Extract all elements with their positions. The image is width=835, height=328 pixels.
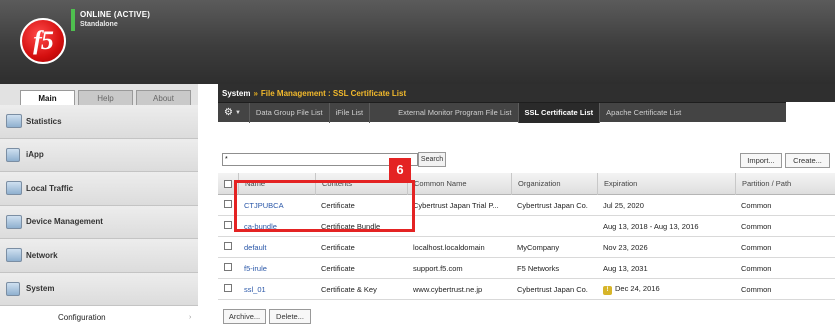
row-checkbox[interactable] [224, 221, 232, 229]
cert-expiration: Jul 25, 2020 [603, 200, 644, 210]
row-checkbox[interactable] [224, 284, 232, 292]
cert-name-link[interactable]: ssl_01 [238, 285, 315, 294]
warning-icon: ! [603, 285, 612, 295]
nav-item-network[interactable]: Network [0, 239, 198, 273]
cert-common-name: localhost.localdomain [413, 242, 485, 252]
tab-about[interactable]: About [136, 90, 191, 105]
status-indicator [71, 9, 75, 31]
row-checkbox-cell [218, 263, 238, 273]
local-traffic-icon [6, 181, 22, 195]
cert-expiration: Aug 13, 2031 [603, 263, 648, 273]
iapp-icon [6, 147, 20, 162]
step-badge: 6 [389, 158, 411, 180]
search-button[interactable]: Search [418, 152, 446, 167]
breadcrumb-current: File Management : SSL Certificate List [260, 88, 407, 98]
cert-organization: Cybertrust Japan Co. [517, 284, 588, 294]
table-row: default Certificate localhost.localdomai… [218, 237, 835, 258]
row-checkbox-cell [218, 242, 238, 252]
cert-partition: Common [741, 200, 772, 210]
cert-contents: Certificate [321, 242, 355, 252]
nav-item-local-traffic[interactable]: Local Traffic [0, 172, 198, 206]
select-all-checkbox[interactable] [224, 179, 232, 188]
table-row: f5-irule Certificate support.f5.com F5 N… [218, 258, 835, 279]
cert-organization: Cybertrust Japan Co. [517, 200, 588, 210]
chevron-down-icon[interactable]: ▼ [235, 110, 241, 116]
top-banner: f5 ONLINE (ACTIVE) Standalone [0, 0, 835, 84]
left-panel: Main Help About Statistics iApp Local Tr… [0, 84, 198, 328]
nav-item-label: iApp [26, 150, 44, 160]
cert-partition: Common [741, 242, 772, 252]
network-icon [6, 248, 22, 262]
cert-partition: Common [741, 221, 772, 231]
nav-item-label: Network [26, 250, 58, 260]
subtab-ssl-certificate-list[interactable]: SSL Certificate List [517, 102, 600, 123]
main-nav: Statistics iApp Local Traffic Device Man… [0, 105, 198, 328]
subtab-data-group-file-list[interactable]: Data Group File List [248, 102, 329, 123]
cert-expiration-text: Dec 24, 2016 [615, 283, 660, 293]
gear-icon[interactable]: ⚙ [224, 107, 233, 118]
header-partition-path[interactable]: Partition / Path [735, 172, 835, 195]
nav-item-label: Local Traffic [26, 183, 74, 193]
chevron-right-icon: › [189, 313, 192, 321]
header-expiration[interactable]: Expiration [597, 172, 735, 195]
cert-contents: Certificate & Key [321, 284, 377, 294]
subtab-external-monitor-program-file-list[interactable]: External Monitor Program File List [369, 102, 517, 123]
tab-help[interactable]: Help [78, 90, 133, 105]
cert-organization: MyCompany [517, 242, 560, 252]
cert-common-name: Cybertrust Japan Trial P... [413, 200, 499, 210]
cert-common-name: www.cybertrust.ne.jp [413, 284, 483, 294]
cert-common-name: support.f5.com [413, 263, 463, 273]
cert-name-link[interactable]: f5-irule [238, 264, 315, 273]
breadcrumb: System » File Management : SSL Certifica… [218, 84, 835, 102]
cert-expiration: ! Dec 24, 2016 [597, 284, 735, 295]
subtab-apache-certificate-list[interactable]: Apache Certificate List [599, 102, 687, 123]
left-tabs: Main Help About [20, 90, 194, 106]
nav-sub-label: Configuration [58, 312, 106, 322]
subtab-ifile-list[interactable]: iFile List [328, 102, 370, 123]
delete-button[interactable]: Delete... [269, 309, 311, 324]
f5-logo[interactable]: f5 [20, 18, 66, 64]
cert-expiration: Aug 13, 2018 - Aug 13, 2016 [603, 221, 699, 231]
device-status: ONLINE (ACTIVE) [80, 10, 151, 19]
device-mode: Standalone [80, 21, 118, 28]
cert-organization: F5 Networks [517, 263, 560, 273]
cert-name-link[interactable]: default [238, 243, 315, 252]
header-organization[interactable]: Organization [511, 172, 597, 195]
nav-item-device-management[interactable]: Device Management [0, 205, 198, 239]
nav-item-label: System [26, 284, 55, 294]
device-management-icon [6, 214, 22, 229]
nav-item-iapp[interactable]: iApp [0, 138, 198, 172]
row-checkbox[interactable] [224, 242, 232, 250]
system-icon [6, 281, 20, 296]
cert-expiration: Nov 23, 2026 [603, 242, 648, 252]
highlight-box [234, 180, 415, 232]
cert-partition: Common [741, 263, 772, 273]
header-common-name[interactable]: Common Name [407, 172, 511, 195]
breadcrumb-separator: » [253, 88, 258, 98]
row-checkbox[interactable] [224, 263, 232, 271]
statistics-icon [6, 114, 22, 128]
create-button[interactable]: Create... [785, 153, 830, 168]
nav-item-label: Device Management [26, 217, 103, 227]
nav-item-system[interactable]: System [0, 272, 198, 306]
tab-main[interactable]: Main [20, 90, 75, 106]
breadcrumb-root[interactable]: System [222, 89, 250, 98]
cert-partition: Common [741, 284, 772, 294]
subtab-bar: ⚙ ▼ Data Group File List iFile List Exte… [218, 102, 786, 123]
table-row: ssl_01 Certificate & Key www.cybertrust.… [218, 279, 835, 300]
nav-item-label: Statistics [26, 116, 62, 126]
import-button[interactable]: Import... [740, 153, 782, 168]
cert-contents: Certificate [321, 263, 355, 273]
logo-text: f5 [33, 26, 54, 55]
nav-item-statistics[interactable]: Statistics [0, 105, 198, 139]
row-checkbox-cell [218, 284, 238, 294]
archive-button[interactable]: Archive... [223, 309, 266, 324]
row-checkbox[interactable] [224, 200, 232, 208]
nav-sub-configuration[interactable]: Configuration › [0, 306, 198, 328]
